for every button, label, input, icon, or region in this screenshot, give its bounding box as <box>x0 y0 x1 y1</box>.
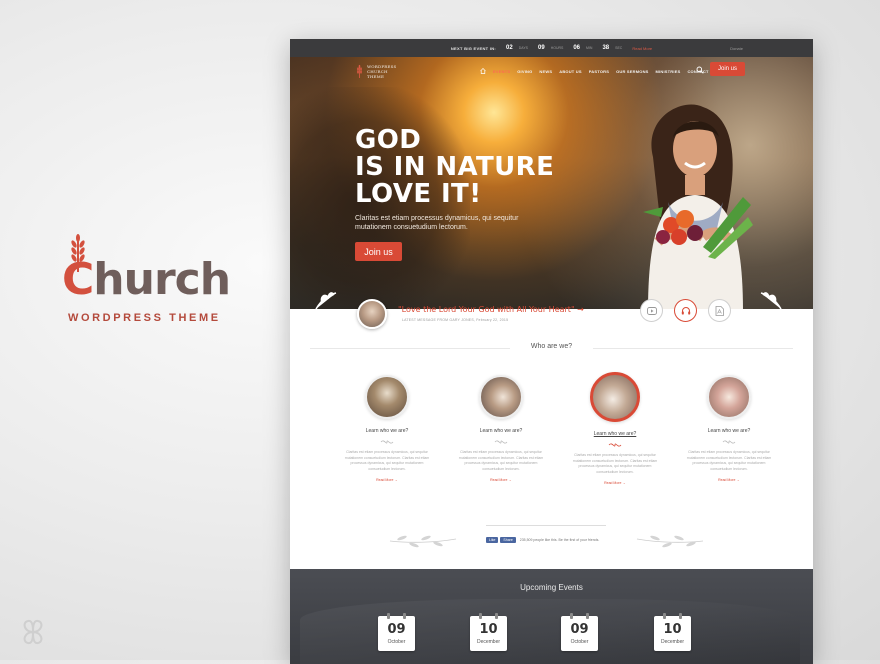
olive-branch-icon <box>389 535 457 548</box>
read-more-link[interactable]: Read More → <box>680 478 778 482</box>
home-icon[interactable] <box>480 68 486 74</box>
woman-with-vegetables-image <box>643 104 753 309</box>
nav-menu: EVENTS GIVING NEWS ABOUT US PASTORS OUR … <box>480 68 709 74</box>
calendar-ring <box>679 613 682 619</box>
calendar-ring <box>495 613 498 619</box>
read-more-link[interactable]: Read More → <box>566 481 664 485</box>
ornament-icon <box>380 440 394 444</box>
calendar-ring <box>403 613 406 619</box>
event-date-badge[interactable]: 10 December <box>654 613 691 651</box>
youtube-icon <box>646 306 657 315</box>
countdown-sec: 38 <box>602 45 610 51</box>
who-card: Learn who we are? Claritas est etiam pro… <box>566 372 664 485</box>
calendar-ring <box>663 613 666 619</box>
leaf-ornament-icon <box>315 292 337 309</box>
envato-logo-icon <box>23 619 43 645</box>
ornament-icon <box>608 443 622 447</box>
who-card: Learn who we are? Claritas est etiam pro… <box>338 375 436 485</box>
event-date-badge[interactable]: 09 October <box>561 613 598 651</box>
main-nav: WORDPRESS CHURCH THEME EVENTS GIVING NEW… <box>290 57 813 87</box>
card-title[interactable]: Learn who we are? <box>566 431 664 437</box>
child-praying-image[interactable] <box>707 375 751 419</box>
donate-link[interactable]: Donate <box>730 46 743 51</box>
facebook-like-button[interactable]: Like <box>486 537 499 543</box>
calendar-ring <box>570 613 573 619</box>
event-date-badge[interactable]: 09 October <box>378 613 415 651</box>
who-card: Learn who we are? Claritas est etiam pro… <box>452 375 550 485</box>
pdf-button[interactable] <box>708 299 731 322</box>
headphones-icon <box>681 306 690 314</box>
calendar-ring <box>387 613 390 619</box>
nav-item-news[interactable]: NEWS <box>539 69 552 74</box>
card-text: Claritas est etiam processus dynamicus, … <box>572 453 658 474</box>
event-day: 09 <box>570 622 589 637</box>
countdown-hours: 09 <box>538 45 545 51</box>
search-icon[interactable] <box>696 66 704 74</box>
nav-item-pastors[interactable]: PASTORS <box>589 69 609 74</box>
ornament-icon <box>722 440 736 444</box>
facebook-like-count: 235,509 people like this. Be the first o… <box>519 538 600 542</box>
hero-title: GOD IS IN NATURE LOVE IT! <box>355 125 555 209</box>
calendar-ring <box>586 613 589 619</box>
video-button[interactable] <box>640 299 663 322</box>
next-event-label: NEXT BIG EVENT IN: <box>450 45 497 51</box>
nav-item-about-us[interactable]: ABOUT US <box>559 69 582 74</box>
latest-message-meta: LATEST MESSAGE FROM GARY JONES, February… <box>402 318 509 322</box>
olive-branch-icon <box>636 535 704 548</box>
nav-item-our-sermons[interactable]: OUR SERMONS <box>616 69 648 74</box>
countdown-days: 02 <box>506 45 513 51</box>
upcoming-events-section: Upcoming Events 09 October 10 December 0… <box>290 569 813 664</box>
brand-title: Church <box>62 254 231 305</box>
pdf-icon <box>715 305 724 316</box>
card-title[interactable]: Learn who we are? <box>680 428 778 434</box>
leaf-ornament-icon <box>760 292 782 309</box>
card-title[interactable]: Learn who we are? <box>452 428 550 434</box>
nav-item-giving[interactable]: GIVING <box>517 69 532 74</box>
site-logo-text: WORDPRESS CHURCH THEME <box>367 64 397 79</box>
event-day: 10 <box>663 622 682 637</box>
join-us-hero-button[interactable]: Join us <box>355 242 402 261</box>
card-text: Claritas est etiam processus dynamicus, … <box>458 450 544 471</box>
upcoming-events-title: Upcoming Events <box>520 583 583 592</box>
who-card: Learn who we are? Claritas est etiam pro… <box>680 375 778 485</box>
join-us-nav-button[interactable]: Join us <box>710 62 745 76</box>
latest-message-quote[interactable]: "Love the Lord Your God with All Your He… <box>398 305 584 314</box>
event-date-badge[interactable]: 10 December <box>470 613 507 651</box>
read-more-link[interactable]: Read More → <box>452 478 550 482</box>
read-more-link[interactable]: Read More → <box>338 478 436 482</box>
card-text: Claritas est etiam processus dynamicus, … <box>686 450 772 471</box>
nav-item-events[interactable]: EVENTS <box>493 69 510 74</box>
bible-background-image <box>300 599 800 664</box>
event-day: 10 <box>479 622 498 637</box>
site-logo[interactable]: WORDPRESS CHURCH THEME <box>356 64 399 79</box>
calendar-ring <box>479 613 482 619</box>
brand-subtitle: WORDPRESS THEME <box>68 312 221 324</box>
event-month: October <box>387 639 406 645</box>
event-month: October <box>570 639 589 645</box>
top-bar: NEXT BIG EVENT IN: 02 DAYS 09 HOURS 06 MIN … <box>290 39 813 57</box>
who-are-we-title: Who are we? <box>530 343 573 350</box>
ornament-icon <box>494 440 508 444</box>
church-interior-image[interactable] <box>365 375 409 419</box>
hero-banner: WORDPRESS CHURCH THEME EVENTS GIVING NEW… <box>290 57 813 309</box>
event-month: December <box>476 639 501 645</box>
bible-reading-image[interactable] <box>590 372 640 422</box>
facebook-like-widget: Like Share 235,509 people like this. Be … <box>486 537 599 543</box>
hero-subtitle: Claritas est etiam processus dynamicus, … <box>355 215 519 231</box>
facebook-share-button[interactable]: Share <box>500 537 516 543</box>
card-title[interactable]: Learn who we are? <box>338 428 436 434</box>
wheat-icon <box>357 64 362 78</box>
event-link[interactable]: Read More <box>632 46 652 51</box>
audio-button[interactable] <box>674 299 697 322</box>
countdown-min: 06 <box>573 45 581 51</box>
who-cards: Learn who we are? Claritas est etiam pro… <box>338 372 778 485</box>
event-month: December <box>660 639 685 645</box>
praying-hands-image[interactable] <box>479 375 523 419</box>
nav-item-ministries[interactable]: MINISTRIES <box>656 69 681 74</box>
card-text: Claritas est etiam processus dynamicus, … <box>344 450 430 471</box>
site-mockup: NEXT BIG EVENT IN: 02 DAYS 09 HOURS 06 MIN … <box>290 39 813 664</box>
divider <box>486 525 606 526</box>
pastor-avatar <box>357 299 387 329</box>
event-day: 09 <box>387 622 406 637</box>
